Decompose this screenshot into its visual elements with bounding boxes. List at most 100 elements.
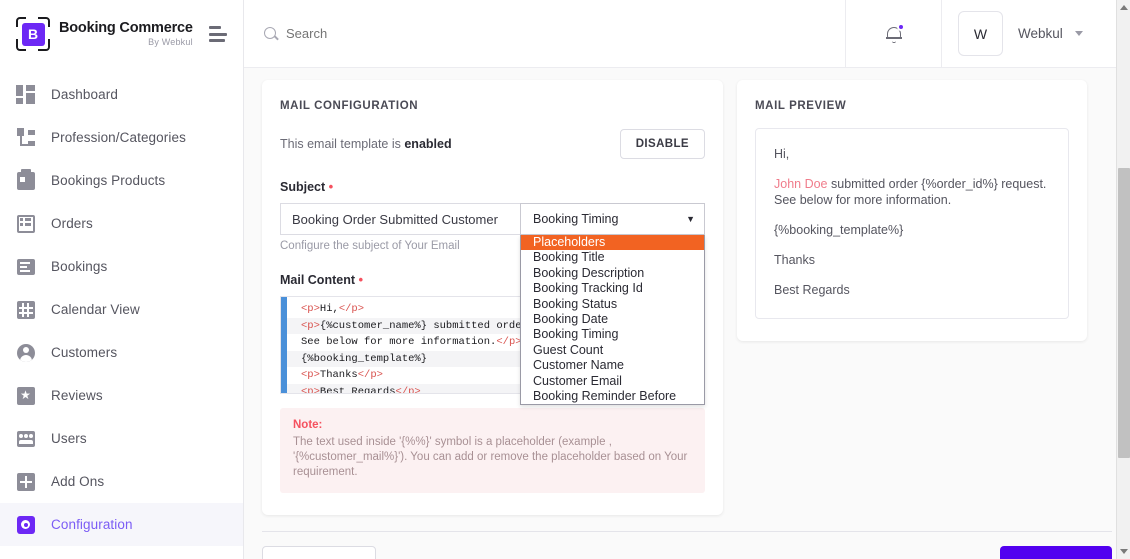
discard-button[interactable]: DISCARD [262,546,376,559]
dropdown-option[interactable]: Booking Status [521,297,704,312]
sidebar-item-label: Orders [51,216,93,231]
save-button[interactable]: SAVE [999,546,1112,559]
dropdown-option[interactable]: Customer Name [521,358,704,373]
template-status-value: enabled [404,137,452,151]
mail-configuration-card: MAIL CONFIGURATION This email template i… [262,80,723,515]
sidebar-item-users[interactable]: Users [0,417,243,460]
sidebar-item-configuration[interactable]: Configuration [0,503,243,546]
dropdown-option[interactable]: Booking Timing [521,327,704,342]
scroll-down-icon[interactable] [1120,549,1128,554]
search-bar[interactable] [244,0,845,67]
sidebar-item-calendar-view[interactable]: Calendar View [0,288,243,331]
scrollbar-thumb[interactable] [1118,168,1130,458]
footer-actions: DISCARD SAVE [262,532,1112,559]
template-status-text: This email template is enabled [280,137,452,151]
users-icon [16,429,35,448]
preview-thanks: Thanks [774,253,815,267]
sidebar-item-label: Bookings [51,259,108,274]
subject-label-text: Subject [280,180,326,194]
subject-label: Subject • [280,179,705,194]
preview-greeting: Hi, [774,147,790,161]
topbar: W Webkul [244,0,1130,68]
dropdown-option[interactable]: Placeholders [521,235,704,251]
subject-input[interactable] [280,203,520,235]
required-marker: • [358,272,364,287]
sidebar-item-customers[interactable]: Customers [0,331,243,374]
page-title: MAIL CONFIGURATION [280,100,419,112]
dropdown-option[interactable]: Booking Title [521,250,704,265]
placeholder-select-value: Booking Timing [533,212,619,226]
main-area: W Webkul MAIL CONFIGURATION This email t… [244,0,1130,559]
dropdown-option[interactable]: Booking Description [521,266,704,281]
page-scrollbar[interactable] [1116,0,1130,559]
placeholder-dropdown-list[interactable]: Placeholders Booking Title Booking Descr… [520,235,705,406]
brand-header: B Booking Commerce By Webkul [0,0,243,68]
bookings-icon [16,257,35,276]
brand-logo-icon: B [16,17,50,51]
configuration-icon [16,515,35,534]
subject-row: Booking Timing ▼ Placeholders Booking Ti… [280,203,705,406]
dropdown-option[interactable]: Booking Reminder Before [521,389,704,404]
sidebar-item-label: Dashboard [51,87,118,102]
customers-icon [16,343,35,362]
avatar: W [958,11,1003,56]
note-body: The text used inside '{%%}' symbol is a … [293,436,688,478]
brand-logo-letter: B [21,22,45,46]
sidebar-item-label: Calendar View [51,302,140,317]
brand-text: Booking Commerce By Webkul [59,19,193,48]
user-name: Webkul [1018,26,1063,41]
brand-title: Booking Commerce [59,19,193,36]
sidebar-item-orders[interactable]: Orders [0,202,243,245]
dropdown-option[interactable]: Customer Email [521,374,704,389]
scroll-up-icon[interactable] [1120,5,1128,10]
categories-icon [16,128,35,147]
dropdown-option[interactable]: Guest Count [521,343,704,358]
sidebar-item-label: Users [51,431,87,446]
brand-subtitle: By Webkul [148,36,193,47]
note-title: Note: [293,419,323,431]
sidebar-nav: Dashboard Profession/Categories Bookings… [0,68,243,546]
sidebar-item-label: Reviews [51,388,103,403]
required-marker: • [328,179,334,194]
mail-preview-box: Hi, John Doe submitted order {%order_id%… [755,128,1069,319]
search-input[interactable] [286,26,586,41]
notifications-button[interactable] [845,0,941,67]
sidebar-item-label: Bookings Products [51,173,166,188]
preview-customer-name: John Doe [774,177,828,191]
sidebar-item-reviews[interactable]: Reviews [0,374,243,417]
sidebar-item-label: Configuration [51,517,133,532]
mail-preview-title: MAIL PREVIEW [755,100,847,112]
sidebar-item-label: Add Ons [51,474,105,489]
orders-icon [16,214,35,233]
template-status-prefix: This email template is [280,137,405,151]
sidebar-item-dashboard[interactable]: Dashboard [0,73,243,116]
sidebar-item-add-ons[interactable]: Add Ons [0,460,243,503]
search-icon [264,26,278,41]
bell-icon [885,22,905,43]
dropdown-option[interactable]: Booking Date [521,312,704,327]
addons-icon [16,472,35,491]
user-menu[interactable]: W Webkul [941,0,1130,67]
sidebar-item-bookings[interactable]: Bookings [0,245,243,288]
sidebar-item-bookings-products[interactable]: Bookings Products [0,159,243,202]
mail-preview-card: MAIL PREVIEW Hi, John Doe submitted orde… [737,80,1087,341]
products-icon [16,168,35,190]
preview-template-token: {%booking_template%} [774,223,904,237]
template-status-row: This email template is enabled DISABLE [280,129,705,159]
app-root: B Booking Commerce By Webkul Dashboard P… [0,0,1130,559]
sidebar-item-profession-categories[interactable]: Profession/Categories [0,116,243,159]
page-content: MAIL CONFIGURATION This email template i… [244,68,1130,559]
chevron-down-icon: ▼ [686,214,695,224]
sidebar-item-label: Profession/Categories [51,130,186,145]
reviews-icon [16,386,35,405]
placeholder-select[interactable]: Booking Timing ▼ [520,203,705,235]
dashboard-icon [16,85,35,104]
preview-body: John Doe submitted order {%order_id%} re… [774,176,1050,208]
sidebar: B Booking Commerce By Webkul Dashboard P… [0,0,244,559]
chevron-down-icon [1074,31,1083,36]
cards-row: MAIL CONFIGURATION This email template i… [262,80,1112,515]
disable-button[interactable]: DISABLE [619,129,705,159]
sidebar-item-label: Customers [51,345,118,360]
dropdown-option[interactable]: Booking Tracking Id [521,281,704,296]
hamburger-icon[interactable] [209,26,229,42]
